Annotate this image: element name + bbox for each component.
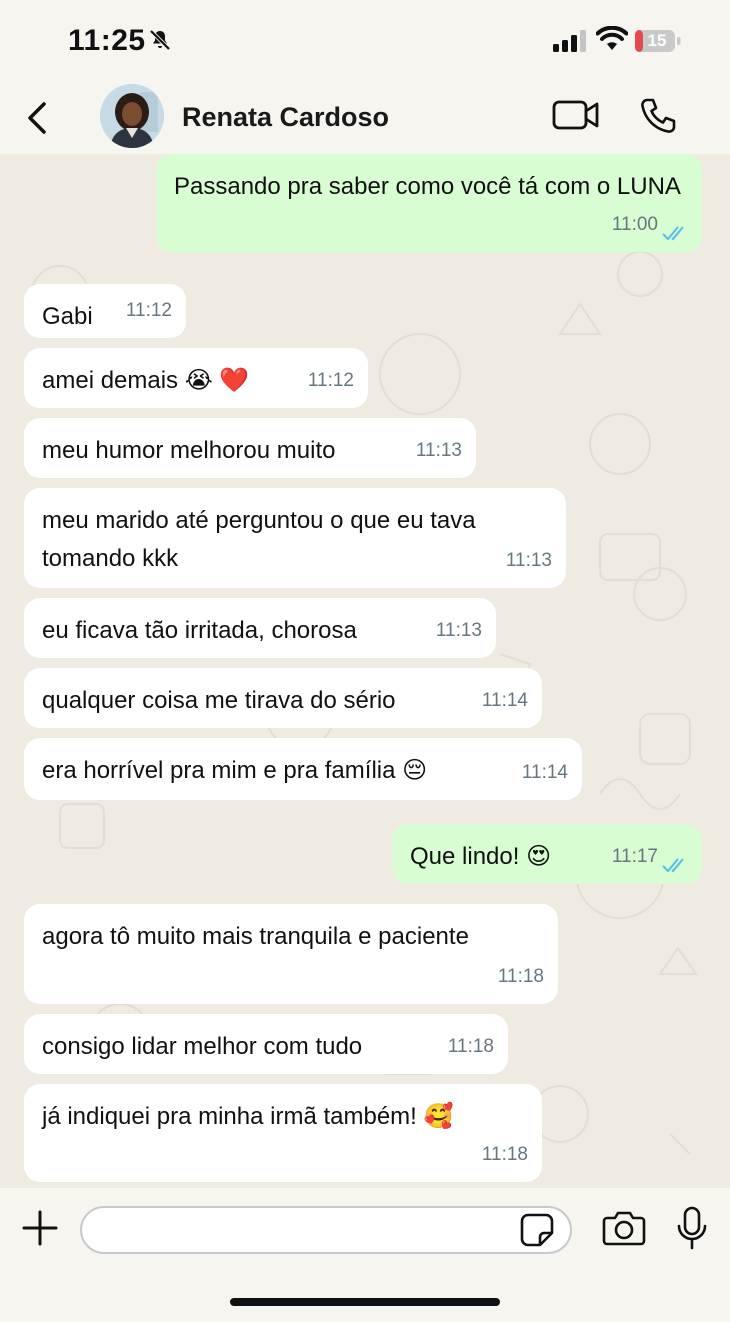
message-bubble-incoming[interactable]: consigo lidar melhor com tudo 11:18 xyxy=(24,1014,508,1074)
message-bubble-incoming[interactable]: agora tô muito mais tranquila e paciente… xyxy=(24,904,558,1004)
sticker-icon[interactable] xyxy=(520,1213,554,1247)
bell-slash-icon xyxy=(149,29,171,51)
message-text: agora tô muito mais tranquila e paciente xyxy=(42,923,469,950)
message-text: eu ficava tão irritada, chorosa xyxy=(42,617,357,644)
message-time: 11:13 xyxy=(505,550,552,571)
back-arrow-icon[interactable] xyxy=(24,100,52,136)
microphone-icon[interactable] xyxy=(676,1206,708,1250)
status-bar: 11:25 15 xyxy=(0,0,730,80)
video-call-icon[interactable] xyxy=(552,98,600,132)
chat-header: Renata Cardoso xyxy=(0,80,730,154)
battery-level: 15 xyxy=(647,31,667,50)
message-text: meu marido até perguntou o que eu tava t… xyxy=(42,507,476,572)
status-time: 11:25 xyxy=(68,24,146,57)
home-indicator[interactable] xyxy=(230,1298,500,1306)
read-ticks-icon xyxy=(662,858,684,873)
message-text: era horrível pra mim e pra família 😔 xyxy=(42,757,428,784)
message-text: amei demais 😭 ❤️ xyxy=(42,367,250,394)
read-ticks-icon xyxy=(662,226,684,241)
contact-name[interactable]: Renata Cardoso xyxy=(182,102,389,133)
message-input-box[interactable] xyxy=(80,1206,572,1254)
message-bubble-incoming[interactable]: já indiquei pra minha irmã também! 🥰 11:… xyxy=(24,1084,542,1182)
message-time: 11:18 xyxy=(497,966,544,987)
message-time: 11:18 xyxy=(481,1144,528,1165)
signal-icon xyxy=(553,30,586,52)
message-text: meu humor melhorou muito xyxy=(42,437,336,464)
avatar-photo xyxy=(100,84,164,148)
message-bubble-incoming[interactable]: amei demais 😭 ❤️ 11:12 xyxy=(24,348,368,408)
message-bubble-incoming[interactable]: qualquer coisa me tirava do sério 11:14 xyxy=(24,668,542,728)
message-time: 11:12 xyxy=(307,370,354,391)
message-time: 11:18 xyxy=(447,1036,494,1057)
message-bubble-incoming[interactable]: meu marido até perguntou o que eu tava t… xyxy=(24,488,566,588)
message-text: já indiquei pra minha irmã também! 🥰 xyxy=(42,1103,454,1130)
message-time: 11:00 xyxy=(611,214,658,235)
message-bubble-incoming[interactable]: Gabi 11:12 xyxy=(24,284,186,338)
composer-bar xyxy=(0,1188,730,1322)
message-text: Passando pra saber como você tá com o LU… xyxy=(174,173,681,200)
contact-avatar[interactable] xyxy=(100,84,164,148)
phone-call-icon[interactable] xyxy=(638,96,678,136)
message-input[interactable] xyxy=(98,1214,522,1248)
message-time: 11:14 xyxy=(481,690,528,711)
message-bubble-outgoing[interactable]: Passando pra saber como você tá com o LU… xyxy=(156,154,702,252)
chat-area[interactable]: Passando pra saber como você tá com o LU… xyxy=(0,154,730,1188)
plus-icon[interactable] xyxy=(22,1210,58,1246)
message-bubble-incoming[interactable]: era horrível pra mim e pra família 😔 11:… xyxy=(24,738,582,800)
message-text: qualquer coisa me tirava do sério xyxy=(42,687,396,714)
message-bubble-outgoing[interactable]: Que lindo! 😍 11:17 xyxy=(392,824,702,884)
wifi-icon xyxy=(596,26,628,50)
message-time: 11:13 xyxy=(435,620,482,641)
camera-icon[interactable] xyxy=(602,1210,646,1246)
message-text: consigo lidar melhor com tudo xyxy=(42,1033,363,1060)
message-time: 11:13 xyxy=(415,440,462,461)
message-time: 11:17 xyxy=(611,846,658,867)
message-time: 11:14 xyxy=(521,762,568,783)
message-bubble-incoming[interactable]: meu humor melhorou muito 11:13 xyxy=(24,418,476,478)
message-time: 11:12 xyxy=(125,300,172,321)
message-bubble-incoming[interactable]: eu ficava tão irritada, chorosa 11:13 xyxy=(24,598,496,658)
